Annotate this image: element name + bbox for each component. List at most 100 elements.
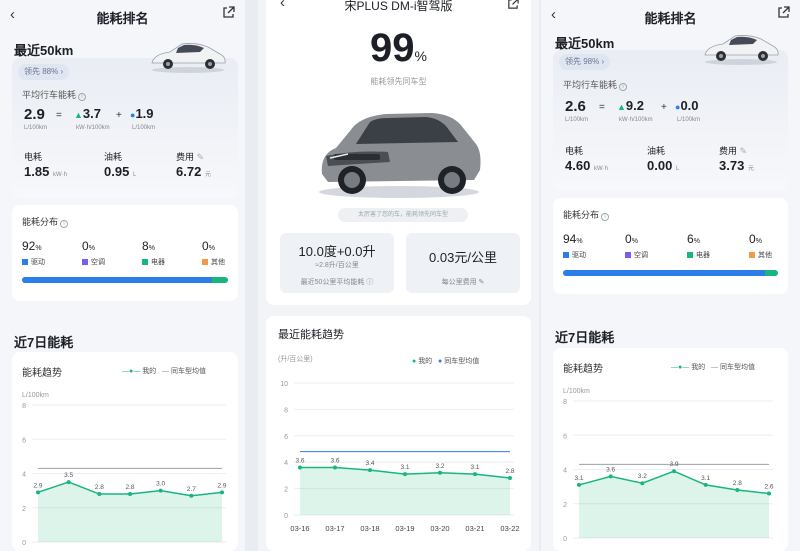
data-label: 3.1: [701, 475, 710, 482]
recent-title: 最近50km: [14, 43, 74, 58]
summary-card: 领先 98% › 平均行车能耗 i 2.6 L/100km = ▲9.2 kW·h…: [553, 50, 788, 190]
avg-consumption-approx: ≈2.8升/百公里: [315, 262, 359, 269]
middle-screen: ‹ 宋PLUS DM-i智驾版 99% 能耗领先同车型 太厉害了您的车，能耗领先…: [258, 0, 539, 551]
plus-sign: +: [661, 102, 667, 113]
y-tick-label: 0: [284, 513, 288, 520]
dist-other-value: 0%: [202, 239, 215, 253]
cost-per-km-value: 0.03元/公里: [429, 250, 497, 265]
data-point: [66, 480, 71, 485]
total-unit: L/100km: [24, 125, 48, 131]
cost-value: 6.72 元: [176, 164, 211, 179]
data-point: [368, 468, 372, 473]
y-tick-label: 2: [22, 506, 26, 513]
equals-sign: =: [56, 110, 62, 121]
car-image: [701, 28, 781, 71]
data-label: 2.8: [505, 468, 514, 475]
distribution-card: 能耗分布 i 92% 0% 8% 0% 驱动 空调 电器 其他: [12, 205, 238, 301]
trend-card: 能耗趋势 —●— 我的 — 同车型均值 L/100km 0 2 4 6 8 3.1 3.6 3…: [553, 348, 788, 551]
elec-unit: kW·h/100km: [76, 125, 110, 131]
dist-segment-drive: [22, 277, 212, 283]
data-point: [128, 492, 132, 497]
data-point: [735, 488, 740, 493]
data-point: [36, 490, 40, 495]
dist-ac-value: 0%: [625, 232, 638, 246]
praise-note: 太厉害了您的车，能耗领先同车型: [338, 208, 468, 222]
chart-legend: ● 我的 ● 同车型均值: [412, 358, 480, 365]
hero-card: ‹ 宋PLUS DM-i智驾版 99% 能耗领先同车型 太厉害了您的车，能耗领先…: [266, 0, 531, 305]
x-tick-label: 03-16: [290, 524, 309, 533]
dist-other-label: 其他: [749, 250, 772, 260]
total-consumption: 2.9: [24, 106, 45, 123]
dist-segment-electric: [765, 270, 778, 276]
car-image: [148, 36, 228, 79]
fuel-total: 0.00 L: [647, 158, 680, 173]
distribution-bar: [22, 277, 228, 283]
y-tick-label: 4: [284, 460, 288, 467]
lead-subtitle: 能耗领先同车型: [370, 77, 427, 86]
fuel-unit: L/100km: [677, 117, 701, 123]
y-tick-label: 6: [22, 437, 26, 444]
elec-total: 4.60 kW·h: [565, 158, 608, 173]
data-point: [608, 474, 613, 479]
dist-electric-label: 电器: [142, 257, 165, 267]
avg-label: 平均行车能耗 i: [563, 78, 628, 91]
edit-icon: ✎: [196, 152, 205, 162]
y-tick-label: 8: [22, 403, 26, 410]
data-point: [703, 482, 708, 487]
data-point: [577, 482, 581, 487]
data-label: 3.6: [330, 457, 339, 464]
y-tick-label: 4: [563, 468, 567, 475]
dist-drive-value: 94%: [563, 232, 583, 246]
x-tick-label: 03-18: [360, 524, 379, 533]
total-unit: L/100km: [565, 117, 589, 123]
week-title: 近7日能耗: [555, 330, 615, 345]
chart-legend: —●— 我的 — 同车型均值: [122, 368, 206, 375]
dist-other-label: 其他: [202, 257, 225, 267]
cost-label: 费用 ✎: [719, 146, 748, 156]
data-point: [333, 465, 337, 470]
data-label: 3.9: [669, 461, 678, 468]
dist-title: 能耗分布 i: [563, 208, 610, 221]
x-tick-label: 03-20: [430, 524, 449, 533]
rank-badge[interactable]: 领先 88% ›: [18, 64, 70, 80]
chart-legend: —●— 我的 — 同车型均值: [671, 364, 755, 371]
y-tick-label: 10: [280, 381, 288, 388]
trend-chart: 0 2 4 6 8 3.1 3.6 3.2 3.9 3.1 2.8 2.6: [563, 399, 774, 543]
y-tick-label: 2: [563, 502, 567, 509]
fuel-total-label: 油耗: [104, 152, 123, 162]
trend-title: 最近能耗趋势: [278, 329, 344, 341]
dist-title: 能耗分布 i: [22, 215, 69, 228]
dist-ac-value: 0%: [82, 239, 95, 253]
data-point: [473, 472, 477, 477]
avg-consumption-card: 10.0度+0.0升 ≈2.8升/百公里 最近50公里平均能耗 ⓘ: [280, 233, 394, 293]
share-icon[interactable]: [507, 0, 519, 15]
data-label: 2.9: [217, 482, 226, 489]
distribution-card: 能耗分布 i 94% 0% 6% 0% 驱动 空调 电器 其他: [553, 198, 788, 294]
equals-sign: =: [599, 102, 605, 113]
cost-label: 费用 ✎: [176, 152, 205, 162]
rank-badge[interactable]: 领先 98% ›: [559, 54, 611, 70]
trend-chart: 0 2 4 6 8 2.9 3.5 2.8 2.8 3.0 2.7 2.9: [22, 403, 227, 547]
nav-bar: ‹ 能耗排名: [0, 0, 245, 30]
cost-value: 3.73 元: [719, 158, 754, 173]
elec-unit: kW·h/100km: [619, 117, 653, 123]
data-point: [403, 472, 407, 477]
lead-percent: 99%: [370, 26, 427, 70]
data-label: 3.2: [638, 473, 647, 480]
left-screen: ‹ 能耗排名 最近50km 领先 88% › 平均行车能耗 i 2.9 L/100…: [0, 0, 245, 551]
chart-title: 能耗趋势: [22, 368, 62, 379]
summary-card: 领先 88% › 平均行车能耗 i 2.9 L/100km = ▲3.7 kW·h…: [12, 58, 238, 198]
data-label: 3.6: [295, 457, 304, 464]
data-point: [158, 488, 163, 493]
data-label: 3.5: [64, 472, 73, 479]
fuel-unit: L/100km: [132, 125, 156, 131]
share-icon[interactable]: [777, 6, 790, 24]
x-tick-label: 03-19: [395, 524, 414, 533]
model-title: 宋PLUS DM-i智驾版: [344, 0, 453, 13]
screens: ‹ 能耗排名 最近50km 领先 88% › 平均行车能耗 i 2.9 L/100…: [0, 0, 800, 551]
trend-card: 能耗趋势 —●— 我的 — 同车型均值 L/100km 0 2 4 6 8 2.9 3.5 2…: [12, 352, 238, 551]
data-point: [508, 476, 512, 481]
cost-per-km-card: 0.03元/公里 每公里费用 ✎: [406, 233, 520, 293]
elec-total-label: 电耗: [24, 152, 43, 162]
share-icon[interactable]: [222, 6, 235, 24]
